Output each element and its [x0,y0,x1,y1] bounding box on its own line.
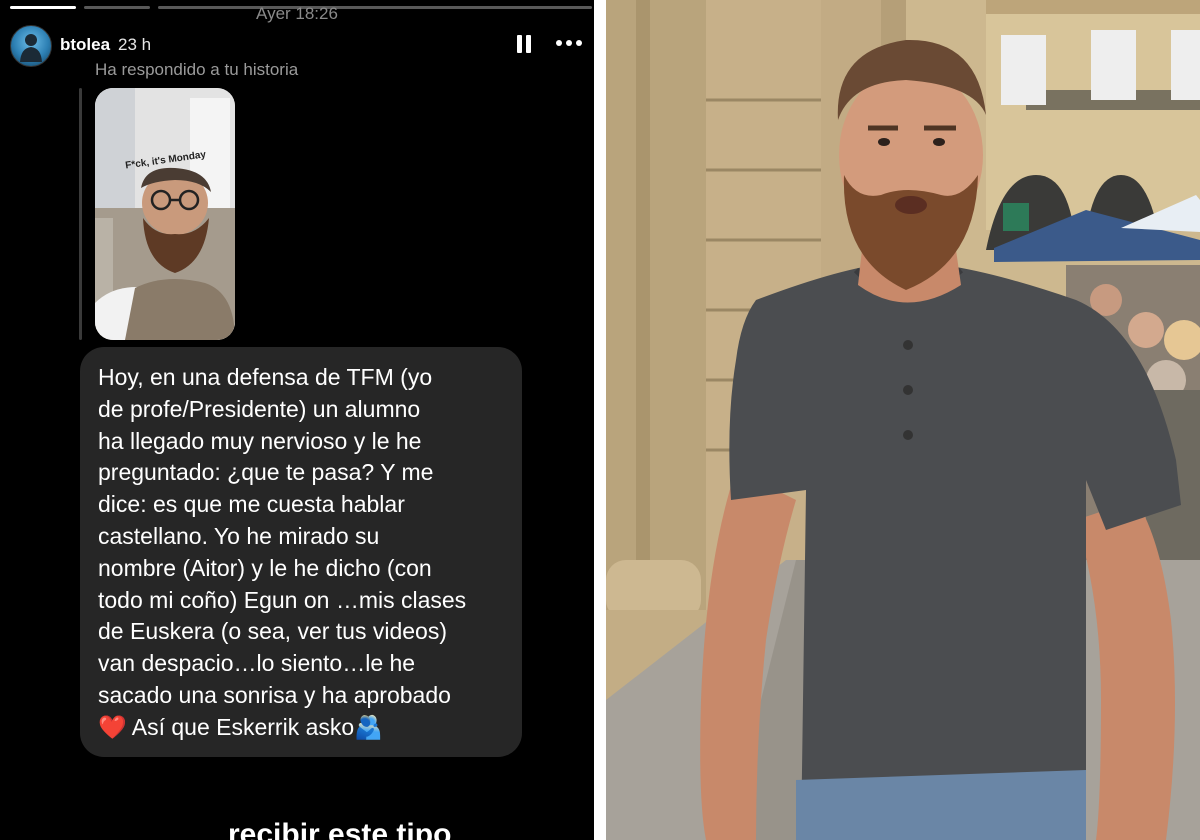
pause-button[interactable] [512,33,534,57]
username[interactable]: btolea [60,35,110,55]
photo-panel [606,0,1200,840]
pause-icon [517,35,522,53]
story-thumbnail-image: F*ck, it's Monday [95,88,235,340]
story-screen: Ayer 18:26 btolea 23 h Ha respondido a t… [0,0,594,840]
message-text: Hoy, en una defensa de TFM (yo de profe/… [98,364,467,740]
pause-icon-bar [526,35,531,53]
reply-note: Ha respondido a tu historia [95,60,299,79]
more-options-button[interactable] [554,30,584,56]
more-options-icon [556,40,582,46]
story-thumbnail[interactable]: F*ck, it's Monday [95,88,235,340]
reply-indicator-bar [79,88,82,340]
avatar[interactable] [10,25,52,67]
message-timestamp: Ayer 18:26 [256,4,338,23]
cutoff-caption-text: recibir este tipo [228,818,452,840]
avatar-figure-icon [20,34,42,62]
time-ago: 23 h [118,35,152,54]
photo-bearded-man-street [606,0,1200,840]
